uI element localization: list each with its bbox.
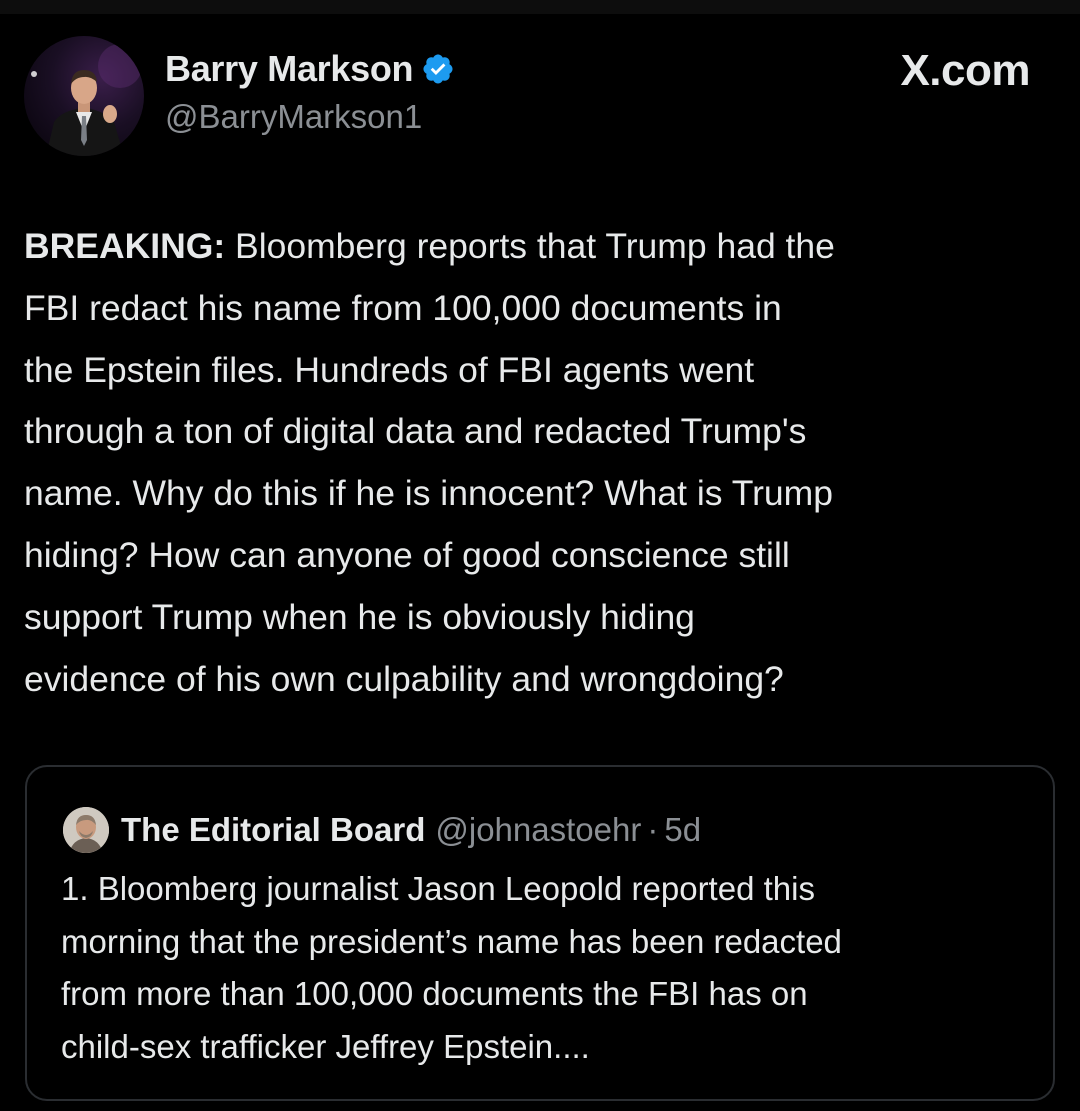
quote-author-avatar-image xyxy=(63,807,109,853)
tweet-text-line: evidence of his own culpability and wron… xyxy=(24,658,784,699)
quote-author-handle[interactable]: @johnastoehr xyxy=(435,807,641,853)
tweet-text-line-0: Bloomberg reports that Trump had the xyxy=(225,226,835,266)
quote-text: 1. Bloomberg journalist Jason Leopold re… xyxy=(61,863,1041,1073)
quote-text-line: child-sex trafficker Jeffrey Epstein.... xyxy=(61,1027,590,1065)
tweet-text: BREAKING: Bloomberg reports that Trump h… xyxy=(24,216,1064,710)
tweet-text-line: through a ton of digital data and redact… xyxy=(24,411,807,452)
quote-header: The Editorial Board @johnastoehr · 5d xyxy=(121,807,701,853)
quote-author-avatar[interactable] xyxy=(63,807,109,853)
author-avatar[interactable] xyxy=(24,36,144,156)
quote-author-name[interactable]: The Editorial Board xyxy=(121,807,425,853)
author-name-row[interactable]: Barry Markson xyxy=(165,48,455,90)
quote-separator: · xyxy=(647,811,659,848)
author-display-name[interactable]: Barry Markson xyxy=(165,48,414,90)
quote-text-line: 1. Bloomberg journalist Jason Leopold re… xyxy=(61,870,815,907)
brand-label: X.com xyxy=(900,46,1030,95)
breaking-label: BREAKING: xyxy=(24,226,226,266)
tweet-text-line: name. Why do this if he is innocent? Wha… xyxy=(24,473,833,514)
quote-timestamp[interactable]: 5d xyxy=(664,807,701,853)
quote-text-line: morning that the president’s name has be… xyxy=(61,922,842,960)
author-avatar-image xyxy=(31,44,142,156)
tweet-text-line: the Epstein files. Hundreds of FBI agent… xyxy=(24,349,755,390)
tweet-card[interactable]: Barry Markson @BarryMarkson1 X.com BREAK… xyxy=(0,0,1080,1111)
author-handle[interactable]: @BarryMarkson1 xyxy=(165,98,422,136)
tweet-text-line: support Trump when he is obviously hidin… xyxy=(24,596,695,637)
tweet-text-line: hiding? How can anyone of good conscienc… xyxy=(24,534,790,575)
tweet-text-line: BREAKING: Bloomberg reports that Trump h… xyxy=(24,216,1064,278)
tweet-text-line: FBI redact his name from 100,000 documen… xyxy=(24,287,782,328)
verified-badge-icon xyxy=(423,54,453,84)
quote-text-line: from more than 100,000 documents the FBI… xyxy=(61,975,808,1012)
quoted-tweet-card[interactable]: The Editorial Board @johnastoehr · 5d 1.… xyxy=(25,765,1055,1101)
